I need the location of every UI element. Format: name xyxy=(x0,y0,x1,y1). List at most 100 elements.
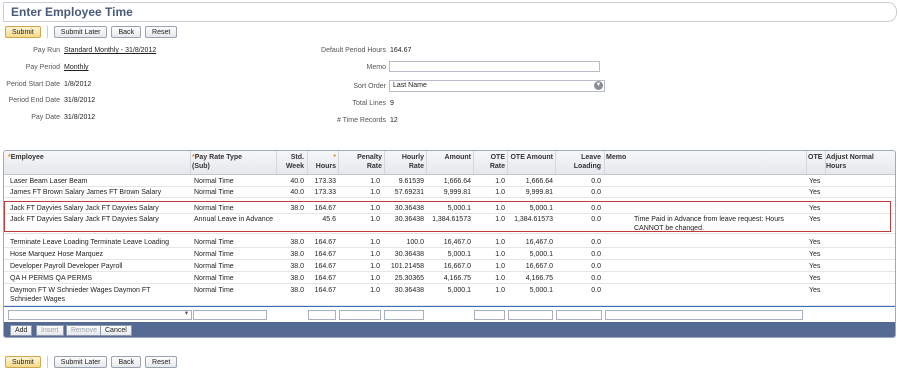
pay-period-link[interactable]: Monthly xyxy=(64,64,89,71)
cell-amount: 16,467.0 xyxy=(443,239,471,246)
cell-amount: 4,166.75 xyxy=(443,275,471,282)
column-divider xyxy=(825,151,826,174)
cell-ote-amount: 4,166.75 xyxy=(525,275,553,282)
default-hours-value: 164.67 xyxy=(390,47,412,54)
chevron-down-icon[interactable]: ▼ xyxy=(182,310,191,319)
cell-hours: 164.67 xyxy=(314,275,336,282)
cell-std-week: 38.0 xyxy=(290,275,304,282)
pay-rate-type-input[interactable] xyxy=(193,310,267,320)
cell-pay-rate-type: Normal Time xyxy=(194,263,234,270)
hourly-rate-input[interactable] xyxy=(384,310,424,320)
period-end-label: Period End Date xyxy=(8,97,60,104)
cell-ote: Yes xyxy=(809,263,821,270)
cell-ote: Yes xyxy=(809,287,821,294)
col-penalty-rate[interactable]: Penalty Rate xyxy=(340,153,382,171)
add-row-button[interactable]: Add xyxy=(10,325,33,336)
submit-button[interactable]: Submit xyxy=(5,26,41,38)
memo-row-input[interactable] xyxy=(605,310,803,320)
cell-ote-amount: 9,999.81 xyxy=(525,189,553,196)
col-adjust-normal-hours[interactable]: Adjust Normal Hours xyxy=(826,153,890,171)
divider xyxy=(46,26,48,38)
table-row[interactable]: James FT Brown Salary James FT Brown Sal… xyxy=(4,186,895,198)
period-start-label: Period Start Date xyxy=(6,81,60,88)
col-ote[interactable]: OTE xyxy=(808,153,826,162)
cell-ote-amount: 1,666.64 xyxy=(525,178,553,185)
col-ote-rate[interactable]: OTE Rate xyxy=(475,153,505,171)
cell-penalty-rate: 1.0 xyxy=(370,287,380,294)
cell-leave-loading: 0.0 xyxy=(591,189,601,196)
col-leave-loading[interactable]: Leave Loading xyxy=(557,153,601,171)
cell-hours: 173.33 xyxy=(314,189,336,196)
time-entry-grid: *Employee *Pay Rate Type (Sub) Std. Week … xyxy=(3,150,896,338)
cell-ote-rate: 1.0 xyxy=(495,275,505,282)
cell-hourly-rate: 9.61539 xyxy=(398,178,424,185)
cell-penalty-rate: 1.0 xyxy=(370,189,380,196)
cell-hours: 173.33 xyxy=(314,178,336,185)
cell-leave-loading: 0.0 xyxy=(591,263,601,270)
cell-leave-loading: 0.0 xyxy=(591,275,601,282)
cell-amount: 5,000.1 xyxy=(447,287,471,294)
cell-ote-amount: 16,467.0 xyxy=(525,239,553,246)
ote-amount-input[interactable] xyxy=(508,310,553,320)
ote-rate-input[interactable] xyxy=(474,310,505,320)
col-hours[interactable]: * Hours xyxy=(306,153,336,171)
cell-hourly-rate: 30.36438 xyxy=(394,251,424,258)
table-row[interactable]: Terminate Leave Loading Terminate Leave … xyxy=(4,236,895,248)
bottom-button-bar: Submit Submit Later Back Reset xyxy=(5,356,178,368)
cell-employee: Developer Payroll Developer Payroll xyxy=(10,263,123,270)
cell-ote: Yes xyxy=(809,178,821,185)
back-button[interactable]: Back xyxy=(111,356,142,368)
cell-hours: 164.67 xyxy=(314,239,336,246)
cell-std-week: 38.0 xyxy=(290,287,304,294)
asterisk-icon: * xyxy=(333,154,336,161)
submit-button[interactable]: Submit xyxy=(5,356,41,368)
col-pay-rate-type[interactable]: *Pay Rate Type (Sub) xyxy=(192,153,288,171)
table-row[interactable]: QA H PERMS QA PERMS Normal Time 38.0 164… xyxy=(4,272,895,284)
remove-row-button[interactable]: Remove xyxy=(66,325,103,336)
sort-order-value: Last Name xyxy=(393,82,427,89)
table-row[interactable]: Hose Marquez Hose Marquez Normal Time 38… xyxy=(4,248,895,260)
chevron-down-icon[interactable]: ▼ xyxy=(594,81,603,90)
submit-later-button[interactable]: Submit Later xyxy=(53,356,108,368)
cell-pay-rate-type: Normal Time xyxy=(194,275,234,282)
column-divider xyxy=(507,151,508,174)
back-button[interactable]: Back xyxy=(111,26,142,38)
col-hourly-rate[interactable]: Hourly Rate xyxy=(386,153,424,171)
table-row[interactable]: Developer Payroll Developer Payroll Norm… xyxy=(4,260,895,272)
column-divider xyxy=(276,151,277,174)
table-row[interactable]: Daymon FT W Schnieder Wages Daymon FT Sc… xyxy=(4,284,895,306)
penalty-rate-input[interactable] xyxy=(339,310,381,320)
cell-pay-rate-type: Normal Time xyxy=(194,178,234,185)
cell-ote-amount: 5,000.1 xyxy=(529,251,553,258)
cell-std-week: 40.0 xyxy=(290,178,304,185)
insert-row-button[interactable]: Insert xyxy=(36,325,64,336)
employee-combo-input[interactable] xyxy=(8,310,192,320)
col-ote-amount[interactable]: OTE Amount xyxy=(509,153,553,162)
cell-employee: QA H PERMS QA PERMS xyxy=(10,275,93,282)
reset-button[interactable]: Reset xyxy=(145,26,178,38)
cell-pay-rate-type: Normal Time xyxy=(194,287,234,294)
cell-hours: 164.67 xyxy=(314,251,336,258)
reset-button[interactable]: Reset xyxy=(145,356,178,368)
column-divider xyxy=(190,151,191,174)
page-title: Enter Employee Time xyxy=(11,5,133,19)
submit-later-button[interactable]: Submit Later xyxy=(53,26,108,38)
col-amount[interactable]: Amount xyxy=(428,153,471,162)
cell-hourly-rate: 30.36438 xyxy=(394,287,424,294)
cancel-row-button[interactable]: Cancel xyxy=(100,325,132,336)
time-records-label: # Time Records xyxy=(336,117,386,124)
cell-employee: Laser Beam Laser Beam xyxy=(10,178,88,185)
divider xyxy=(46,356,48,368)
memo-input[interactable] xyxy=(389,61,600,72)
sort-order-select[interactable]: Last Name xyxy=(389,80,605,92)
pay-run-link[interactable]: Standard Monthly - 31/8/2012 xyxy=(64,47,156,54)
highlighted-rows-box xyxy=(4,201,891,232)
cell-penalty-rate: 1.0 xyxy=(370,251,380,258)
cell-employee: Terminate Leave Loading Terminate Leave … xyxy=(10,239,170,246)
col-employee[interactable]: *Employee xyxy=(8,153,188,162)
leave-loading-input[interactable] xyxy=(556,310,602,320)
col-memo[interactable]: Memo xyxy=(606,153,756,162)
hours-input[interactable] xyxy=(308,310,336,320)
default-hours-label: Default Period Hours xyxy=(321,47,386,54)
col-std-week[interactable]: Std. Week xyxy=(278,153,304,171)
